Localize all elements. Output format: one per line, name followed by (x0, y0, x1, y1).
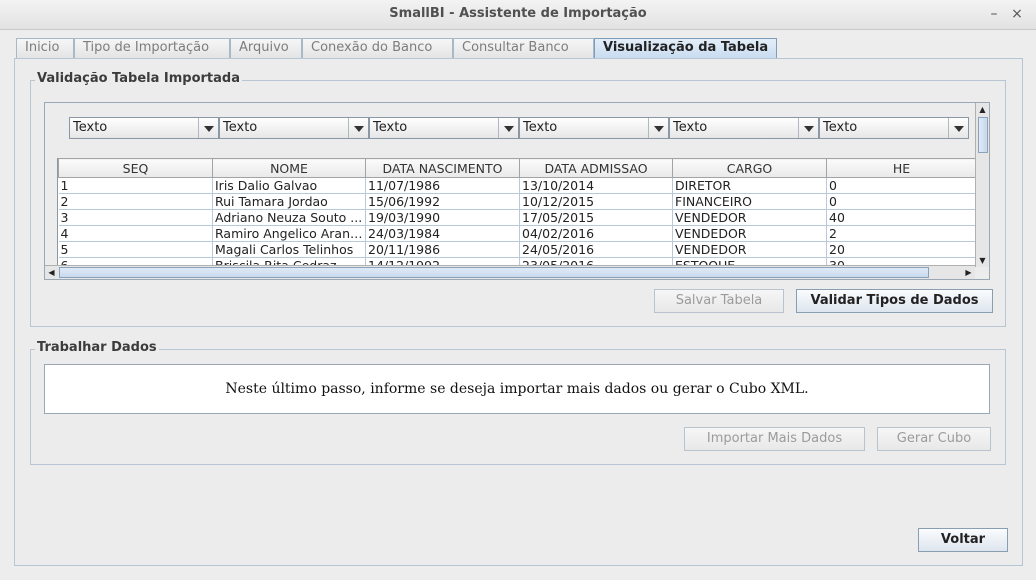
tab-inicio[interactable]: Inicio (16, 38, 74, 58)
table-cell[interactable]: 11/07/1986 (365, 177, 520, 194)
table-cell[interactable]: 13/10/2014 (519, 177, 673, 194)
type-select-value: Texto (373, 120, 408, 135)
instruction-message-box: Neste último passo, informe se deseja im… (44, 364, 990, 414)
vertical-scroll-thumb[interactable] (978, 117, 988, 153)
type-select-value: Texto (223, 120, 258, 135)
table-cell[interactable]: Iris Dalio Galvao (212, 177, 366, 194)
type-select-data-admissao[interactable]: Texto (519, 117, 669, 139)
table-cell[interactable]: 2 (826, 225, 975, 242)
scroll-left-icon[interactable]: ◀ (45, 266, 58, 279)
tab-arquivo[interactable]: Arquivo (230, 38, 302, 58)
type-select-he[interactable]: Texto (819, 117, 969, 139)
table-cell[interactable]: 10/12/2015 (519, 193, 673, 210)
chevron-down-icon[interactable] (198, 118, 218, 138)
close-icon[interactable]: × (1008, 5, 1026, 23)
table-row[interactable]: 3 Adriano Neuza Souto ... 19/03/1990 17/… (58, 209, 975, 226)
table-cell[interactable]: 5 (58, 241, 213, 258)
table-cell[interactable]: 24/05/2016 (519, 241, 673, 258)
table-header-row: SEQ NOME DATA NASCIMENTO DATA ADMISSAO C… (58, 158, 975, 178)
type-select-cargo[interactable]: Texto (669, 117, 819, 139)
chevron-down-icon[interactable] (498, 118, 518, 138)
minimize-icon[interactable]: – (985, 5, 1003, 23)
table-cell[interactable]: Ramiro Angelico Arant... (212, 225, 366, 242)
table-cell[interactable]: VENDEDOR (672, 241, 827, 258)
table-cell[interactable]: 15/06/1992 (365, 193, 520, 210)
instruction-message: Neste último passo, informe se deseja im… (225, 381, 809, 397)
table-cell[interactable]: VENDEDOR (672, 209, 827, 226)
trabalhar-group-title: Trabalhar Dados (35, 340, 159, 355)
type-select-value: Texto (673, 120, 708, 135)
table-row[interactable]: 4 Ramiro Angelico Arant... 24/03/1984 04… (58, 225, 975, 242)
table-cell[interactable]: FINANCEIRO (672, 193, 827, 210)
validacao-group-title: Validação Tabela Importada (35, 71, 242, 86)
data-table: SEQ NOME DATA NASCIMENTO DATA ADMISSAO C… (57, 158, 975, 266)
window-titlebar: SmallBI - Assistente de Importação – × (0, 0, 1036, 30)
column-header-data-nascimento[interactable]: DATA NASCIMENTO (365, 158, 520, 178)
table-cell[interactable]: Magali Carlos Telinhos (212, 241, 366, 258)
back-button[interactable]: Voltar (918, 528, 1008, 552)
column-header-data-admissao[interactable]: DATA ADMISSAO (519, 158, 673, 178)
table-cell[interactable]: 2 (58, 193, 213, 210)
horizontal-scroll-thumb[interactable] (59, 267, 929, 278)
table-cell[interactable]: VENDEDOR (672, 225, 827, 242)
scroll-down-icon[interactable]: ▼ (976, 254, 989, 267)
generate-cube-button[interactable]: Gerar Cubo (877, 427, 991, 451)
window-title: SmallBI - Assistente de Importação (389, 6, 647, 21)
table-cell[interactable]: 20 (826, 241, 975, 258)
save-table-button[interactable]: Salvar Tabela (654, 289, 784, 313)
table-cell[interactable]: 3 (58, 209, 213, 226)
table-row[interactable]: 5 Magali Carlos Telinhos 20/11/1986 24/0… (58, 241, 975, 258)
scroll-up-icon[interactable]: ▲ (976, 103, 989, 116)
table-cell[interactable]: Adriano Neuza Souto ... (212, 209, 366, 226)
table-cell[interactable]: 24/03/1984 (365, 225, 520, 242)
chevron-down-icon[interactable] (948, 118, 968, 138)
table-cell[interactable]: 17/05/2015 (519, 209, 673, 226)
column-header-he[interactable]: HE (826, 158, 975, 178)
type-select-value: Texto (523, 120, 558, 135)
column-header-seq[interactable]: SEQ (58, 158, 213, 178)
table-cell[interactable]: 0 (826, 177, 975, 194)
tab-tipo-importacao[interactable]: Tipo de Importação (74, 38, 230, 58)
table-cell[interactable]: Rui Tamara Jordao (212, 193, 366, 210)
table-cell[interactable]: 04/02/2016 (519, 225, 673, 242)
horizontal-scrollbar[interactable]: ◀ ▶ (45, 265, 975, 279)
table-row[interactable]: 2 Rui Tamara Jordao 15/06/1992 10/12/201… (58, 193, 975, 210)
vertical-scrollbar[interactable]: ▲ ▼ (975, 103, 989, 267)
table-cell[interactable]: 1 (58, 177, 213, 194)
type-select-value: Texto (73, 120, 108, 135)
table-cell[interactable]: 0 (826, 193, 975, 210)
table-cell[interactable]: 4 (58, 225, 213, 242)
column-header-nome[interactable]: NOME (212, 158, 366, 178)
chevron-down-icon[interactable] (798, 118, 818, 138)
table-cell[interactable]: 20/11/1986 (365, 241, 520, 258)
type-select-seq[interactable]: Texto (69, 117, 219, 139)
chevron-down-icon[interactable] (648, 118, 668, 138)
chevron-down-icon[interactable] (348, 118, 368, 138)
tab-visualizacao-tabela[interactable]: Visualização da Tabela (594, 38, 777, 59)
validate-types-button[interactable]: Validar Tipos de Dados (796, 289, 993, 313)
type-select-data-nascimento[interactable]: Texto (369, 117, 519, 139)
table-cell[interactable]: 19/03/1990 (365, 209, 520, 226)
type-select-nome[interactable]: Texto (219, 117, 369, 139)
table-cell[interactable]: DIRETOR (672, 177, 827, 194)
scroll-right-icon[interactable]: ▶ (962, 266, 975, 279)
table-scroll-area: Texto Texto Texto Texto Texto Texto SEQ (44, 102, 990, 280)
import-more-button[interactable]: Importar Mais Dados (684, 427, 865, 451)
table-row[interactable]: 1 Iris Dalio Galvao 11/07/1986 13/10/201… (58, 177, 975, 194)
tab-consultar-banco[interactable]: Consultar Banco (453, 38, 594, 58)
table-cell[interactable]: 40 (826, 209, 975, 226)
column-header-cargo[interactable]: CARGO (672, 158, 827, 178)
tab-conexao-banco[interactable]: Conexão do Banco (302, 38, 453, 58)
type-select-value: Texto (823, 120, 858, 135)
